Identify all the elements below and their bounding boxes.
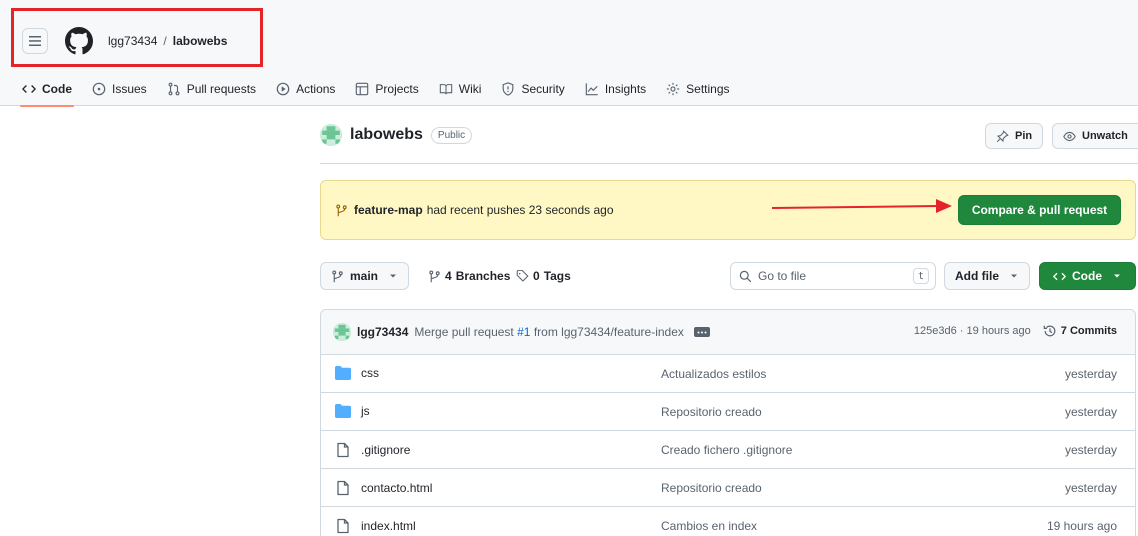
repo-owner-avatar[interactable] [320,124,342,146]
code-icon [22,85,36,93]
issue-icon [92,82,106,96]
file-icon [337,518,349,534]
file-commit-message[interactable]: Cambios en index [661,519,757,533]
pin-icon [996,129,1009,142]
file-row[interactable]: js Repositorio creado yesterday [321,393,1135,431]
tab-projects[interactable]: Projects [355,72,419,106]
file-commit-message[interactable]: Repositorio creado [661,405,762,419]
go-to-file-placeholder: Go to file [758,269,807,283]
code-icon [1053,272,1066,280]
commits-link[interactable]: 7 Commits [1043,324,1117,338]
file-commit-message[interactable]: Actualizados estilos [661,367,766,381]
tag-icon [516,269,529,282]
tab-wiki[interactable]: Wiki [439,72,481,106]
code-button[interactable]: Code [1039,262,1136,290]
latest-commit-row: lgg73434 Merge pull request #1 from lgg7… [321,310,1135,355]
repo-name[interactable]: labowebs [350,126,423,144]
commit-author-avatar[interactable] [333,323,351,341]
gear-icon [667,82,680,96]
table-icon [356,82,369,96]
header-divider [320,163,1138,164]
annotation-arrow-icon [772,199,952,213]
tab-insights[interactable]: Insights [585,72,646,106]
compare-pull-request-button[interactable]: Compare & pull request [958,195,1121,225]
repo-nav: Code Issues Pull requests Actions Projec… [20,72,750,107]
recent-push-message: feature-map had recent pushes 23 seconds… [335,203,614,217]
file-commit-message[interactable]: Creado fichero .gitignore [661,443,792,457]
chevron-down-icon [1114,274,1120,278]
file-name[interactable]: .gitignore [361,443,410,457]
file-name[interactable]: js [361,404,370,418]
tab-pull-requests[interactable]: Pull requests [167,72,256,106]
file-name[interactable]: contacto.html [361,481,432,495]
pull-request-icon [168,82,180,96]
file-row[interactable]: contacto.html Repositorio creado yesterd… [321,469,1135,507]
graph-icon [585,83,598,96]
branches-link[interactable]: 4 Branches [428,262,510,290]
pin-button[interactable]: Pin [985,123,1044,149]
branch-select-button[interactable]: main [320,262,410,290]
tags-link[interactable]: 0 Tags [516,262,571,290]
file-date: 19 hours ago [1046,519,1117,533]
file-date: yesterday [1064,367,1117,381]
chevron-down-icon [1011,274,1017,278]
search-icon [739,270,752,282]
commit-pr-link[interactable]: #1 [517,325,530,339]
folder-icon [335,366,351,380]
file-date: yesterday [1064,481,1117,495]
file-date: yesterday [1064,405,1117,419]
book-icon [439,84,452,95]
history-icon [1043,325,1056,337]
file-row[interactable]: .gitignore Creado fichero .gitignore yes… [321,431,1135,469]
file-row[interactable]: css Actualizados estilos yesterday [321,355,1135,393]
branch-icon [332,269,343,282]
latest-commit-info: lgg73434 Merge pull request #1 from lgg7… [333,323,710,341]
tab-issues[interactable]: Issues [92,72,147,106]
commit-message-suffix[interactable]: from lgg73434/feature-index [534,325,684,339]
go-to-file-input[interactable]: Go to file t [730,262,936,290]
file-icon [337,480,349,496]
repo-title: labowebs Public [320,122,473,148]
chevron-down-icon [390,274,397,278]
commit-sha[interactable]: 125e3d6 [914,325,957,337]
annotation-highlight-box [11,8,263,67]
tab-actions[interactable]: Actions [276,72,335,106]
go-to-file-shortcut: t [913,268,929,284]
commit-message-prefix[interactable]: Merge pull request [414,325,513,339]
eye-icon [1063,131,1076,141]
add-file-button[interactable]: Add file [944,262,1030,290]
file-row[interactable]: index.html Cambios en index 19 hours ago [321,507,1135,536]
visibility-badge: Public [430,126,473,144]
tab-settings[interactable]: Settings [666,72,730,106]
tab-security[interactable]: Security [501,72,565,106]
folder-icon [335,404,351,418]
branch-icon [336,203,347,216]
play-icon [276,82,290,96]
latest-commit-meta: 125e3d6 · 19 hours ago 7 Commits [913,324,1117,338]
file-icon [337,442,349,458]
recent-push-branch[interactable]: feature-map [354,203,423,217]
commit-time: 19 hours ago [966,325,1031,337]
ellipsis-icon[interactable] [693,327,710,337]
file-date: yesterday [1064,443,1117,457]
branch-icon [429,269,440,282]
tab-code[interactable]: Code [20,72,74,107]
file-name[interactable]: index.html [361,519,416,533]
file-name[interactable]: css [361,366,379,380]
commit-author[interactable]: lgg73434 [357,325,408,339]
app-header: lgg73434/labowebs Code Issues Pull reque… [0,0,1138,107]
shield-icon [503,82,514,96]
unwatch-button[interactable]: Unwatch [1052,123,1138,149]
file-commit-message[interactable]: Repositorio creado [661,481,762,495]
file-table: lgg73434 Merge pull request #1 from lgg7… [320,309,1136,536]
